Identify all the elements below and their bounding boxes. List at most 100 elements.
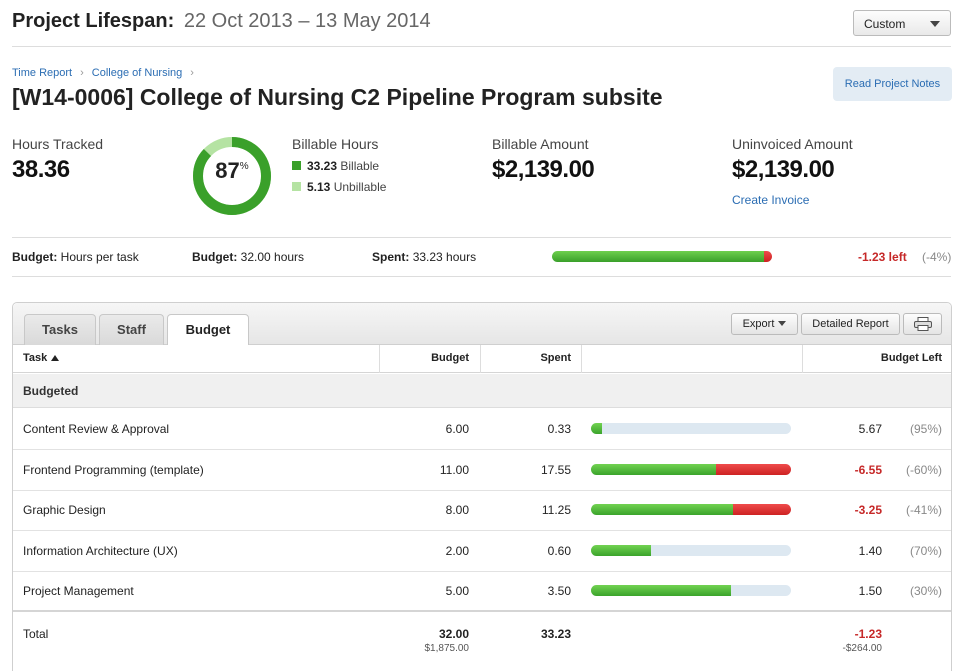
task-progress-bar	[591, 423, 791, 434]
column-header-spent[interactable]: Spent	[480, 345, 571, 373]
total-label: Total	[23, 627, 49, 641]
total-budget-left-amount: -$264.00	[842, 643, 882, 654]
export-label: Export	[742, 318, 775, 330]
progress-spent-fill	[552, 251, 764, 262]
task-progress-spent-fill	[591, 423, 602, 434]
budget-spent-value: 33.23 hours	[412, 250, 477, 264]
task-spent: 0.60	[547, 543, 571, 558]
divider	[12, 237, 951, 238]
billable-amount-label: Billable Amount	[492, 136, 589, 152]
budget-type-value: Hours per task	[60, 250, 139, 264]
uninvoiced-amount-value: $2,139.00	[732, 156, 835, 183]
detailed-report-button[interactable]: Detailed Report	[801, 313, 900, 335]
table-row[interactable]: Graphic Design 8.00 11.25 -3.25 (-41%)	[13, 490, 951, 531]
budget-spent-label: Spent:	[372, 250, 410, 264]
task-name: Information Architecture (UX)	[23, 543, 178, 558]
budget-spent: Spent: 33.23 hours	[372, 250, 476, 264]
chevron-right-icon: ›	[190, 67, 194, 79]
chevron-right-icon: ›	[80, 67, 84, 79]
table-row[interactable]: Project Management 5.00 3.50 1.50 (30%)	[13, 571, 951, 612]
budget-left-percent: (-4%)	[922, 250, 952, 264]
report-panel: Tasks Staff Budget Export Detailed Repor…	[12, 302, 952, 671]
total-budget: 32.00	[438, 627, 469, 641]
budget-type-label: Budget:	[12, 250, 58, 264]
task-budget-left-percent: (70%)	[909, 543, 942, 558]
column-header-budget[interactable]: Budget	[379, 345, 469, 373]
divider	[12, 276, 951, 277]
billable-hours-label: Billable Hours	[292, 136, 379, 152]
task-budget: 8.00	[445, 503, 469, 517]
billable-percent-value: 87	[215, 158, 240, 183]
hours-tracked-value: 38.36	[12, 156, 70, 183]
date-range-value: Custom	[864, 17, 906, 31]
table-row[interactable]: Frontend Programming (template) 11.00 17.5…	[13, 450, 951, 491]
billable-amount-value: $2,139.00	[492, 156, 595, 183]
chevron-down-icon	[778, 321, 787, 326]
billable-percent: 87%	[192, 158, 272, 184]
export-button[interactable]: Export	[731, 313, 798, 335]
task-progress-spent-fill	[591, 544, 651, 556]
billable-text: Billable	[340, 159, 380, 173]
task-budget-left: 1.50	[858, 584, 882, 598]
task-spent: 17.55	[540, 462, 571, 477]
table-header: Task Budget Spent Budget Left	[13, 345, 951, 373]
uninvoiced-amount-label: Uninvoiced Amount	[732, 136, 853, 152]
tab-budget[interactable]: Budget	[167, 314, 249, 346]
task-progress-bar	[591, 585, 791, 596]
date-range-select[interactable]: Custom	[853, 10, 951, 36]
unbillable-text: Unbillable	[333, 180, 387, 194]
create-invoice-link[interactable]: Create Invoice	[732, 193, 809, 207]
task-name: Graphic Design	[23, 503, 106, 517]
hours-tracked-label: Hours Tracked	[12, 136, 104, 152]
task-name: Project Management	[23, 584, 134, 598]
breadcrumb: Time Report › College of Nursing ›	[12, 67, 202, 79]
total-budget-amount: $1,875.00	[424, 643, 470, 654]
breadcrumb-client[interactable]: College of Nursing	[92, 67, 183, 79]
task-budget: 6.00	[445, 422, 469, 436]
column-header-task-label: Task	[23, 352, 48, 364]
group-row-budgeted: Budgeted	[13, 374, 951, 408]
budget-type: Budget: Hours per task	[12, 250, 139, 264]
task-spent: 11.25	[541, 503, 571, 517]
budget-total-label: Budget:	[192, 250, 238, 264]
task-name: Content Review & Approval	[23, 422, 170, 436]
task-progress-bar	[591, 504, 791, 515]
task-progress-over-fill	[733, 504, 791, 515]
total-budget-left: -1.23	[854, 627, 882, 641]
lifespan-heading: Project Lifespan: 22 Oct 2013 – 13 May 2…	[12, 10, 431, 33]
legend-swatch-billable	[292, 161, 301, 170]
breadcrumb-time-report[interactable]: Time Report	[12, 67, 72, 79]
task-budget-left: 5.67	[858, 422, 882, 436]
progress-over-fill	[763, 251, 772, 262]
column-divider	[581, 345, 582, 373]
task-spent: 3.50	[547, 584, 571, 598]
legend-swatch-unbillable	[292, 182, 301, 191]
task-budget-left-percent: (-41%)	[905, 503, 942, 517]
legend-billable: 33.23 Billable	[292, 159, 379, 173]
printer-icon	[913, 317, 932, 331]
percent-sign: %	[239, 161, 249, 172]
budget-total: Budget: 32.00 hours	[192, 250, 304, 264]
task-budget-left: -3.25	[854, 503, 882, 517]
budget-left-value: -1.23 left	[858, 250, 907, 264]
table-row[interactable]: Content Review & Approval 6.00 0.33 5.67 (95…	[13, 409, 951, 450]
column-header-budget-left[interactable]: Budget Left	[802, 345, 942, 373]
read-project-notes-button[interactable]: Read Project Notes	[833, 67, 952, 101]
lifespan-dates: 22 Oct 2013 – 13 May 2014	[183, 10, 431, 32]
task-budget: 11.00	[439, 462, 469, 477]
divider	[12, 46, 951, 47]
task-progress-spent-fill	[591, 504, 734, 515]
total-spent: 33.23	[540, 627, 571, 641]
billable-hours-value: 33.23	[307, 159, 338, 173]
task-budget-left-percent: (-60%)	[905, 462, 942, 477]
task-progress-spent-fill	[591, 463, 717, 475]
task-budget: 2.00	[445, 543, 469, 558]
column-header-task[interactable]: Task	[23, 345, 60, 373]
print-button[interactable]	[903, 313, 942, 335]
task-progress-over-fill	[716, 463, 791, 475]
tab-tasks[interactable]: Tasks	[24, 314, 96, 345]
task-progress-bar	[591, 463, 791, 475]
tab-staff[interactable]: Staff	[99, 314, 164, 345]
task-budget: 5.00	[445, 584, 469, 598]
table-row[interactable]: Information Architecture (UX) 2.00 0.60 1.4…	[13, 531, 951, 572]
